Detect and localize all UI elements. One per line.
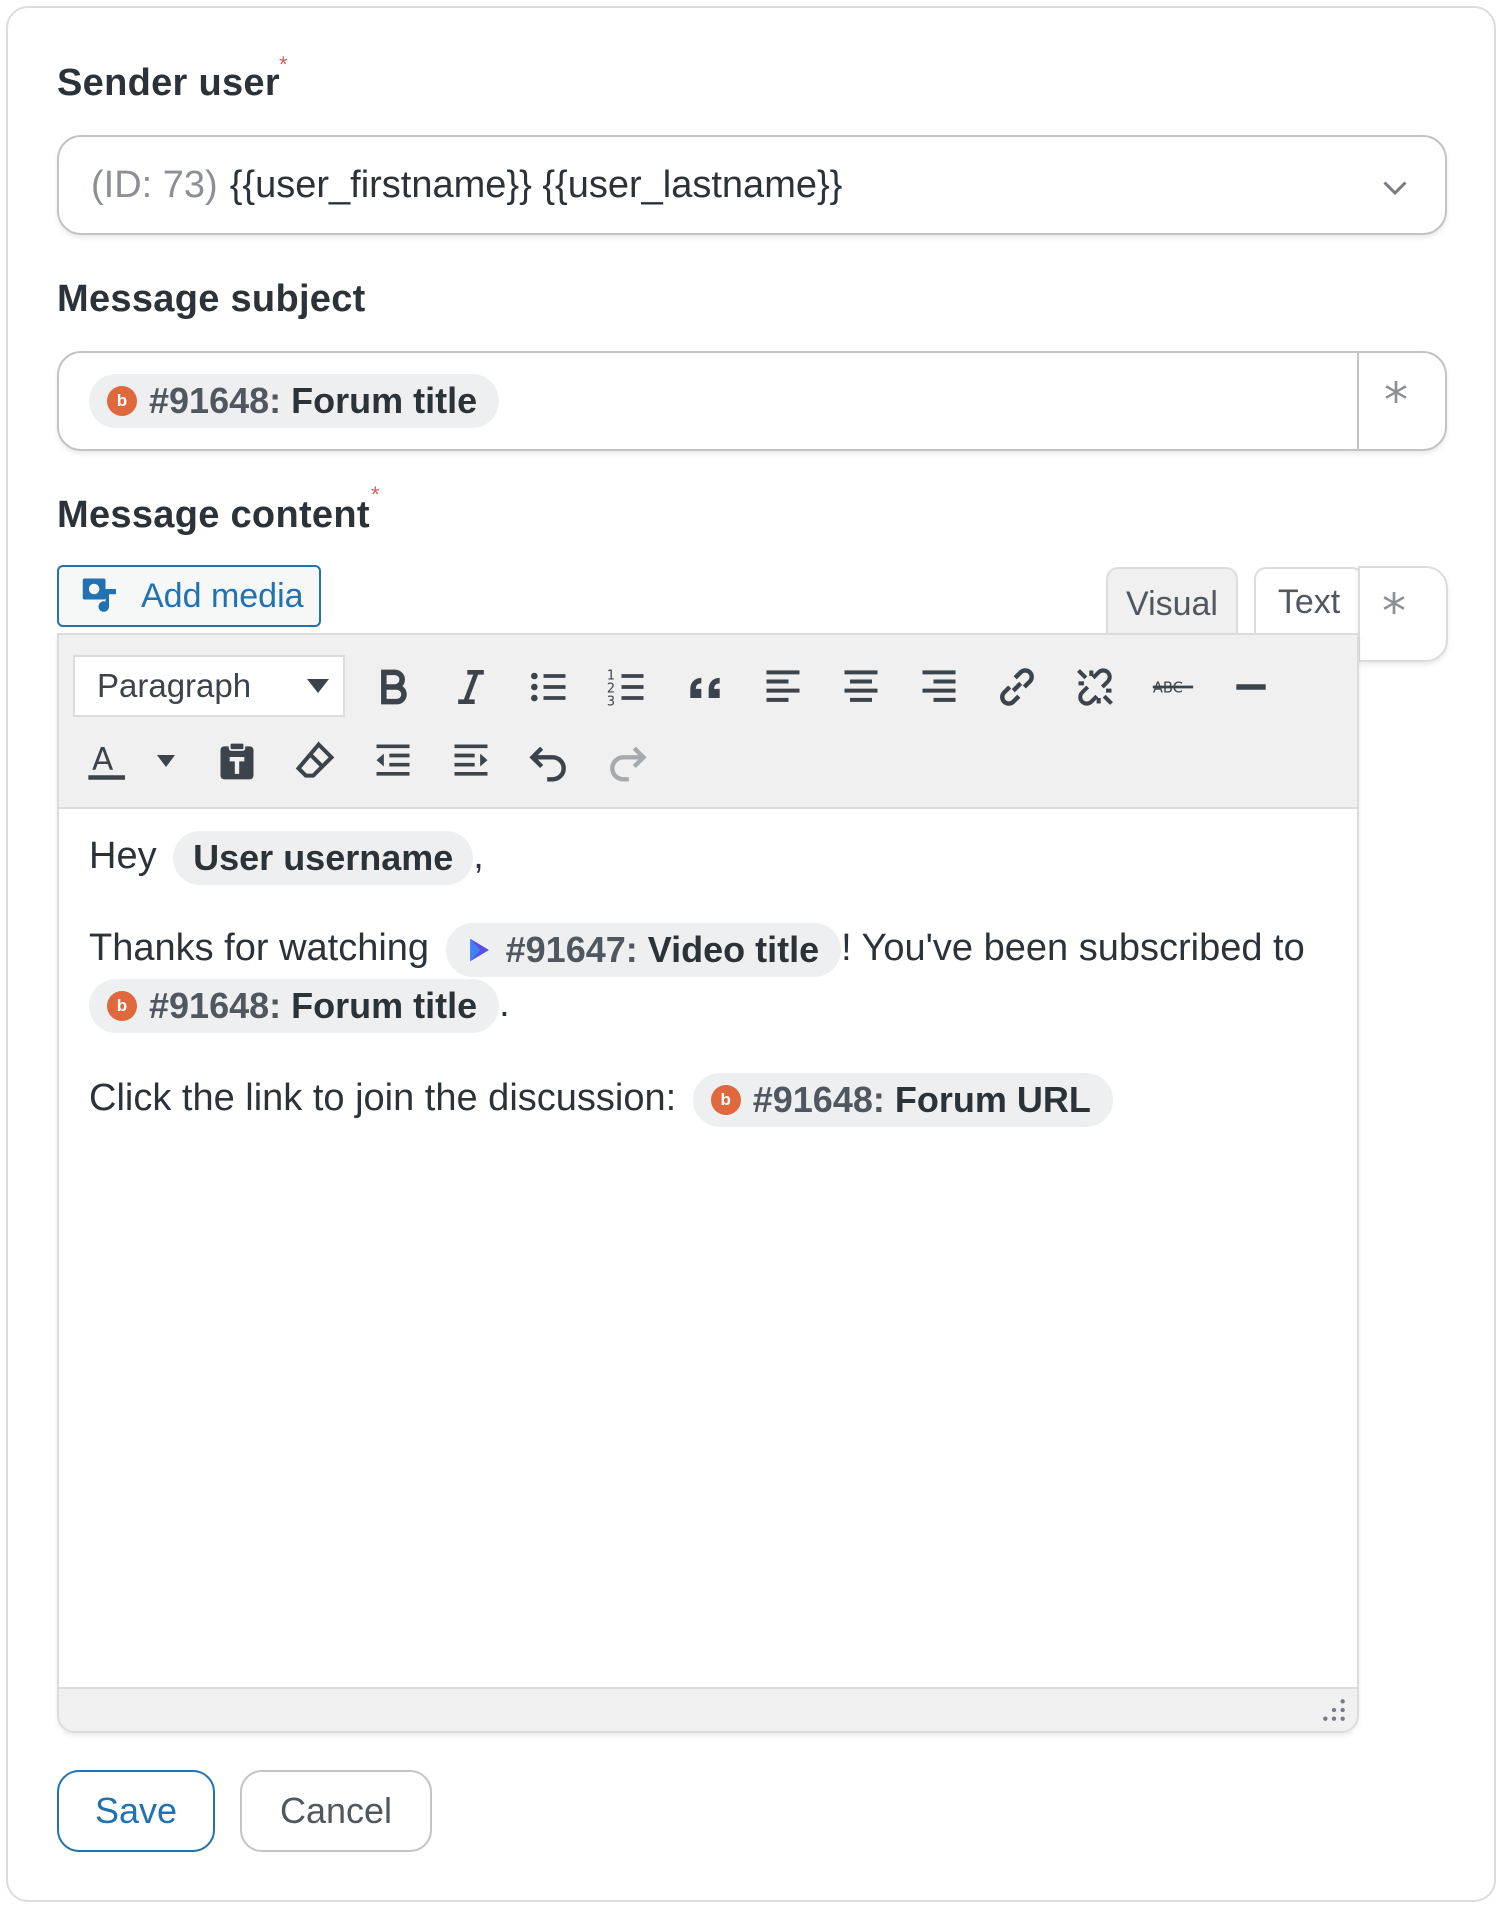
align-left-icon[interactable] (755, 659, 811, 715)
editor-line-link: Click the link to join the discussion: b… (89, 1073, 1113, 1127)
blockquote-icon[interactable] (677, 659, 733, 715)
italic-icon[interactable] (443, 659, 499, 715)
video-icon (469, 938, 489, 962)
horizontal-rule-icon[interactable] (1223, 659, 1279, 715)
bold-icon[interactable] (365, 659, 421, 715)
field-divider (1357, 353, 1359, 449)
indent-icon[interactable] (443, 733, 499, 789)
token-pill[interactable]: User username (173, 831, 474, 885)
editor-statusbar (59, 1687, 1357, 1731)
forum-icon: b (710, 1085, 741, 1115)
ai-assist-button[interactable]: * (1358, 566, 1448, 662)
strikethrough-icon[interactable]: ABC (1145, 659, 1201, 715)
token-pill[interactable]: b #91648: Forum title (89, 979, 500, 1033)
token-pill[interactable]: #91647: Video title (445, 923, 842, 977)
clear-formatting-icon[interactable] (287, 733, 343, 789)
text-color-icon[interactable]: A (79, 733, 149, 789)
add-media-label: Add media (141, 576, 304, 615)
bullet-list-icon[interactable] (521, 659, 577, 715)
tab-text[interactable]: Text (1254, 567, 1364, 635)
redo-icon[interactable] (599, 733, 655, 789)
add-media-icon (82, 578, 116, 612)
resize-grip-icon[interactable] (1321, 1697, 1347, 1723)
undo-icon[interactable] (521, 733, 577, 789)
paste-as-text-icon[interactable] (209, 733, 265, 789)
sender-user-select[interactable]: (ID: 73) {{user_firstname}} {{user_lastn… (57, 135, 1447, 235)
message-subject-field[interactable]: b #91648: Forum title * (57, 351, 1447, 451)
sender-user-label: Sender user (57, 62, 280, 104)
text-color-dropdown-icon[interactable] (151, 733, 181, 789)
align-right-icon[interactable] (911, 659, 967, 715)
chevron-down-icon (1383, 181, 1407, 196)
caret-down-icon (307, 679, 329, 693)
add-media-button[interactable]: Add media (57, 565, 321, 627)
forum-icon: b (107, 991, 137, 1021)
editor-line-thanks: Thanks for watching #91647: Video title … (89, 923, 1305, 977)
message-content-label: Message content (57, 494, 370, 536)
sender-value: {{user_firstname}} {{user_lastname}} (229, 163, 843, 206)
editor-line-greeting: Hey User username , (89, 831, 484, 885)
tab-visual[interactable]: Visual (1106, 567, 1238, 639)
svg-text:A: A (92, 742, 114, 778)
message-editor[interactable]: Paragraph 123 A Hey User username , Than… (57, 633, 1359, 1733)
forum-icon: b (107, 386, 137, 416)
numbered-list-icon[interactable]: 123 (599, 659, 655, 715)
svg-text:3: 3 (607, 694, 615, 709)
editor-toolbar: Paragraph 123 A (59, 635, 1357, 809)
unlink-icon[interactable] (1067, 659, 1123, 715)
token-pill[interactable]: b #91648: Forum URL (692, 1073, 1113, 1127)
required-mark: * (371, 482, 380, 507)
align-center-icon[interactable] (833, 659, 889, 715)
cancel-button[interactable]: Cancel (240, 1770, 432, 1852)
editor-line-forum: b #91648: Forum title . (89, 979, 510, 1033)
format-select[interactable]: Paragraph (73, 655, 345, 717)
asterisk-icon: * (1382, 584, 1406, 640)
required-mark: * (279, 52, 288, 77)
token-pill[interactable]: b #91648: Forum title (89, 374, 500, 428)
outdent-icon[interactable] (365, 733, 421, 789)
sender-id-prefix: (ID: 73) (91, 163, 218, 206)
link-icon[interactable] (989, 659, 1045, 715)
save-button[interactable]: Save (57, 1770, 215, 1852)
asterisk-icon[interactable]: * (1384, 373, 1408, 429)
message-subject-label: Message subject (57, 278, 366, 320)
